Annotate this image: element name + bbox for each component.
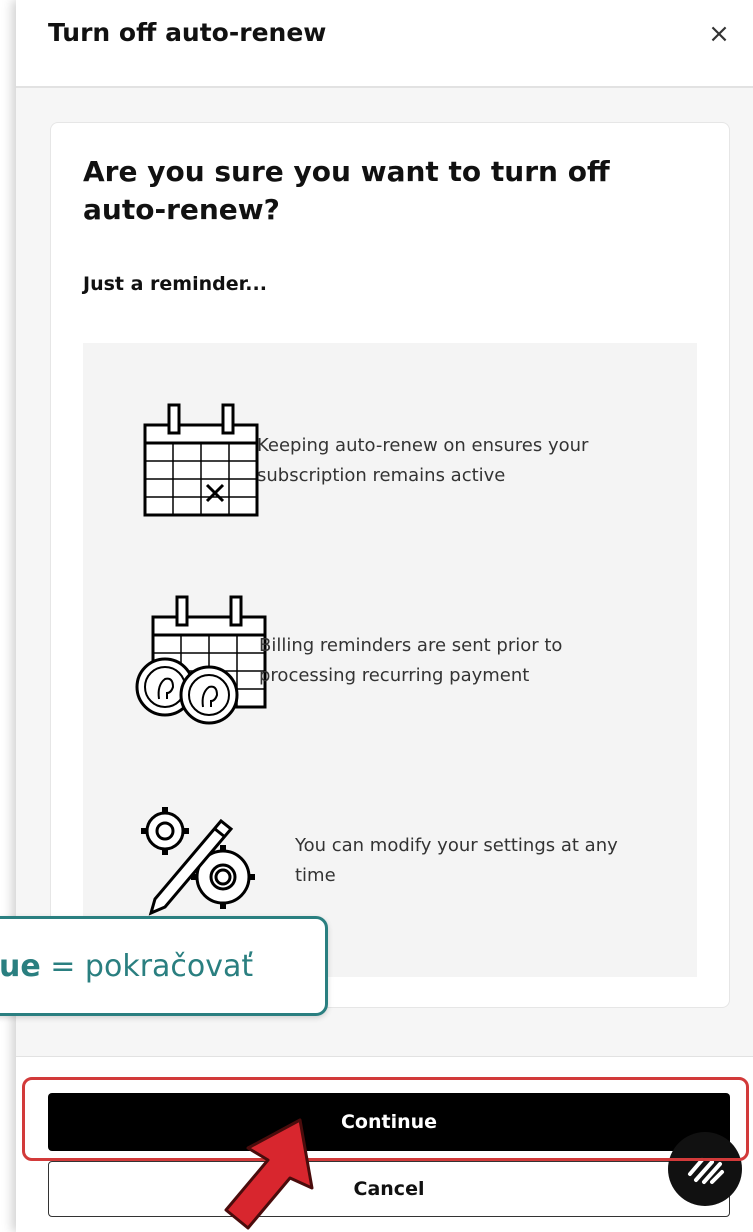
calendar-icon — [143, 403, 259, 517]
calendar-coins-icon — [135, 595, 267, 725]
reminder-text: You can modify your settings at any time — [295, 835, 618, 886]
translation-tooltip: ue = pokračovať — [0, 916, 328, 1016]
confirmation-heading: Are you sure you want to turn off auto-r… — [83, 155, 610, 226]
confirmation-card: Are you sure you want to turn off auto-r… — [50, 122, 730, 1008]
reminder-text: Keeping auto-renew on ensures your subsc… — [257, 435, 589, 486]
reminder-subheading: Just a reminder... — [83, 273, 267, 295]
tooltip-bold-text: ue — [0, 949, 41, 984]
reminder-panel: Keeping auto-renew on ensures your subsc… — [83, 343, 697, 977]
modal-dialog: Turn off auto-renew × Are you sure you w… — [16, 0, 753, 1232]
tooltip-text: = pokračovať — [40, 949, 254, 984]
dialog-title: Turn off auto-renew — [48, 18, 327, 47]
gears-pencil-icon — [141, 807, 255, 916]
reminder-text: Billing reminders are sent prior to proc… — [259, 635, 563, 686]
close-icon[interactable]: × — [703, 18, 735, 50]
cancel-button[interactable]: Cancel — [48, 1161, 730, 1217]
dialog-header: Turn off auto-renew × — [16, 0, 753, 88]
highlight-frame — [22, 1077, 749, 1161]
pointer-arrow-icon — [224, 1118, 314, 1230]
